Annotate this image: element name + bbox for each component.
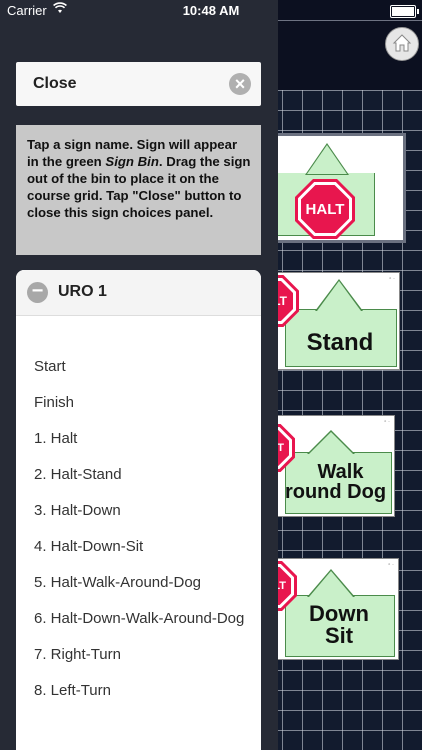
- list-item[interactable]: 6. Halt-Down-Walk-Around-Dog: [34, 610, 249, 628]
- close-button[interactable]: Close ×: [16, 62, 261, 106]
- sign-label: Walk round Dog: [284, 461, 387, 503]
- section-title: URO 1: [58, 283, 107, 300]
- list-item[interactable]: 2. Halt-Stand: [34, 466, 249, 484]
- list-item[interactable]: 8. Left-Turn: [34, 682, 249, 700]
- sign-items: Start Finish 1. Halt 2. Halt-Stand 3. Ha…: [34, 358, 249, 718]
- sign-bin-emphasis: Sign Bin: [105, 154, 159, 169]
- home-button[interactable]: [385, 27, 419, 61]
- sign-card-halt-stand[interactable]: ▫ · ALT Stand: [276, 272, 400, 370]
- list-item[interactable]: 4. Halt-Down-Sit: [34, 538, 249, 556]
- minus-circle-icon[interactable]: −: [27, 281, 48, 303]
- battery-icon: [390, 5, 419, 18]
- list-item[interactable]: Finish: [34, 394, 249, 412]
- sign-card-halt[interactable]: HALT: [264, 133, 406, 243]
- halt-sign-icon: HALT: [295, 179, 355, 239]
- sign-label: Down Sit: [309, 601, 369, 648]
- list-item[interactable]: 3. Halt-Down: [34, 502, 249, 520]
- sign-card-walk-around-dog[interactable]: ▫ · LT Walk round Dog: [276, 415, 395, 517]
- sign-label: Stand: [306, 329, 374, 356]
- status-bar: Carrier 10:48 AM: [0, 0, 422, 22]
- home-icon: [392, 34, 412, 52]
- close-label: Close: [33, 75, 77, 92]
- close-circle-icon[interactable]: ×: [229, 73, 251, 95]
- list-item[interactable]: 7. Right-Turn: [34, 646, 249, 664]
- list-item[interactable]: Start: [34, 358, 249, 376]
- list-item[interactable]: 1. Halt: [34, 430, 249, 448]
- instructions-box: Tap a sign name. Sign will appear in the…: [16, 125, 261, 255]
- section-header-uro1[interactable]: − URO 1: [16, 270, 261, 316]
- clock: 10:48 AM: [182, 3, 240, 18]
- sign-choices-panel: Close × Tap a sign name. Sign will appea…: [0, 0, 278, 750]
- sign-list: − URO 1 Start Finish 1. Halt 2. Halt-Sta…: [16, 270, 261, 750]
- list-item[interactable]: 5. Halt-Walk-Around-Dog: [34, 574, 249, 592]
- sign-card-down-sit[interactable]: ▫ · ALT Down Sit: [276, 558, 399, 660]
